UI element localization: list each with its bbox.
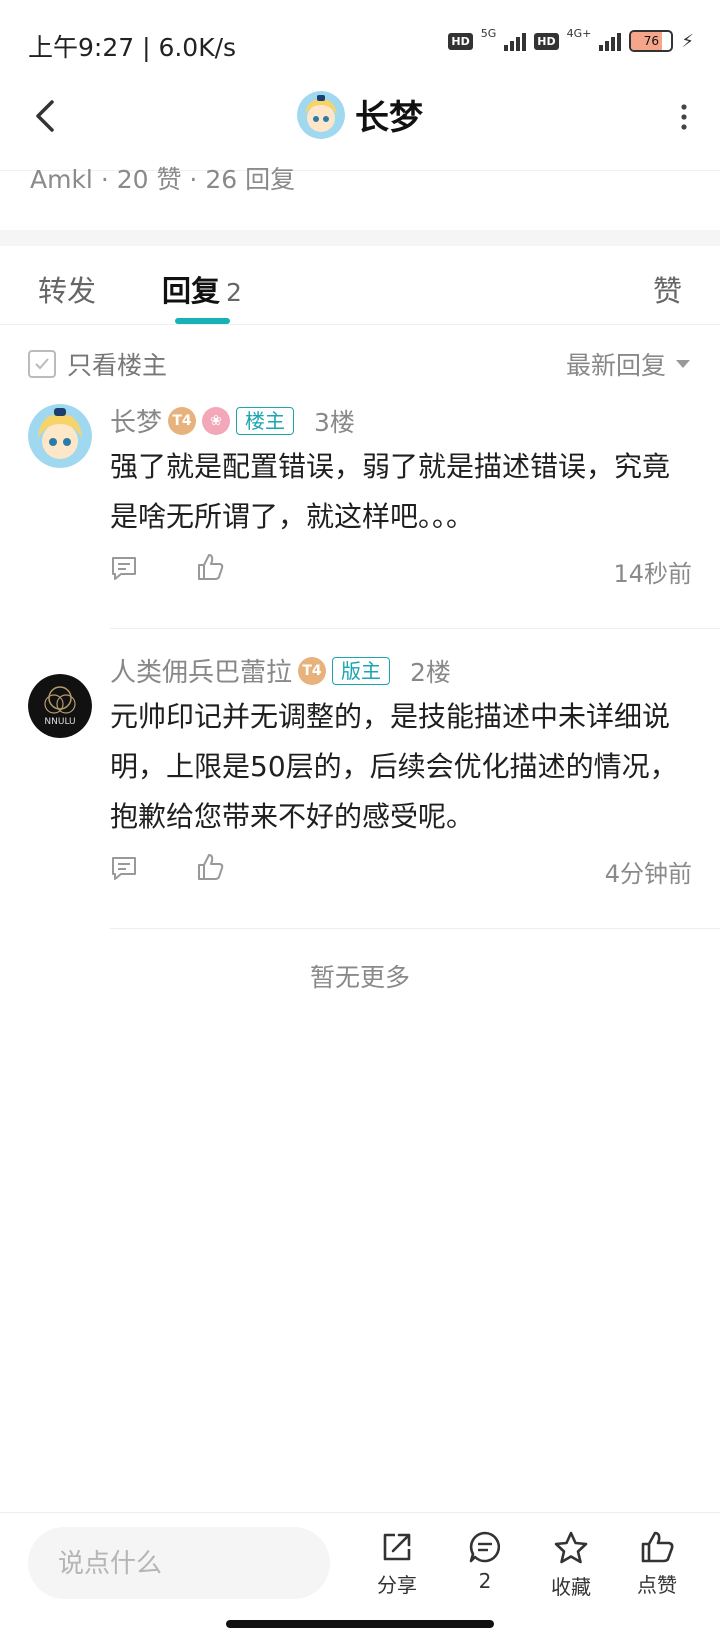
- caret-down-icon: [676, 360, 690, 368]
- active-tab-indicator: [175, 318, 230, 324]
- comment-divider: [110, 628, 720, 629]
- star-icon: [554, 1531, 588, 1564]
- network-4g-label: 4G+: [566, 26, 592, 40]
- section-divider: [0, 230, 720, 246]
- thumbs-up-icon[interactable]: [196, 852, 224, 882]
- title-avatar: [297, 90, 345, 139]
- page-title: 长梦: [355, 98, 423, 138]
- like-label: 点赞: [637, 1573, 677, 1597]
- tab-like[interactable]: 赞: [653, 268, 682, 310]
- charging-icon: ⚡: [681, 30, 694, 52]
- floor-number: 3楼: [314, 407, 355, 437]
- favorite-button[interactable]: 收藏: [536, 1529, 606, 1600]
- bottom-action-bar: 分享 2 收藏 点赞: [0, 1512, 720, 1613]
- comment-text: 元帅印记并无调整的，是技能描述中未详细说明，上限是50层的，后续会优化描述的情况…: [110, 700, 678, 833]
- sort-label: 最新回复: [565, 351, 666, 380]
- check-icon: [35, 358, 49, 370]
- comment-header: 人类佣兵巴蕾拉 T4 版主 2楼: [110, 652, 451, 689]
- share-button[interactable]: 分享: [362, 1529, 432, 1598]
- top-header: 长梦: [0, 70, 720, 171]
- comments-button[interactable]: 2: [450, 1529, 520, 1593]
- avatar[interactable]: [28, 404, 92, 468]
- tab-forward[interactable]: 转发: [38, 268, 96, 310]
- favorite-label: 收藏: [551, 1575, 591, 1599]
- signal-icon-2: [599, 31, 622, 51]
- filter-row: 只看楼主 最新回复: [0, 340, 720, 386]
- battery-level: 76: [643, 34, 659, 48]
- tab-reply-label: 回复: [162, 274, 221, 308]
- hd-icon: HD: [448, 32, 473, 50]
- tab-bar: 转发 回复 2 赞: [0, 248, 720, 325]
- avatar[interactable]: NNULU: [28, 674, 92, 738]
- comment-text: 强了就是配置错误，弱了就是描述错误，究竟是啥无所谓了，就这样吧。。。: [110, 450, 671, 533]
- comment-header: 长梦 T4 ❀ 楼主 3楼: [110, 402, 355, 439]
- like-button[interactable]: 点赞: [622, 1529, 692, 1598]
- comment-actions: 14秒前: [110, 550, 692, 590]
- status-icons: HD 5G HD 4G+ 76 ⚡: [448, 26, 694, 52]
- role-badge: 楼主: [236, 406, 295, 435]
- role-badge: 版主: [332, 656, 391, 685]
- home-indicator[interactable]: [226, 1620, 494, 1628]
- more-vertical-icon: [681, 104, 687, 130]
- header-title-group[interactable]: 长梦: [0, 90, 720, 139]
- comment-input-wrapper[interactable]: [28, 1527, 330, 1601]
- share-label: 分享: [377, 1573, 417, 1597]
- post-meta: Amkl · 20 赞 · 26 回复: [30, 165, 296, 194]
- tab-reply[interactable]: 回复 2: [162, 268, 242, 310]
- thumbs-up-icon[interactable]: [196, 552, 224, 582]
- level-badge: T4: [168, 406, 197, 435]
- comment-author[interactable]: 人类佣兵巴蕾拉: [110, 652, 292, 689]
- comment-author[interactable]: 长梦: [110, 402, 162, 439]
- svg-text:NNULU: NNULU: [44, 717, 75, 727]
- comment-divider: [110, 928, 720, 929]
- status-time: 上午9:27 | 6.0K/s: [28, 33, 237, 62]
- reply-icon[interactable]: [110, 854, 138, 882]
- comments-count: 2: [478, 1569, 492, 1593]
- floor-number: 2楼: [410, 657, 451, 687]
- comment-time: 4分钟前: [604, 860, 692, 888]
- medal-badge-icon: ❀: [202, 406, 231, 435]
- tab-reply-count: 2: [226, 278, 242, 307]
- share-icon: [383, 1533, 411, 1561]
- network-5g-label: 5G: [480, 26, 497, 40]
- signal-icon: [504, 31, 527, 51]
- more-menu-button[interactable]: [678, 102, 690, 132]
- battery-icon: 76: [629, 30, 674, 52]
- only-op-label[interactable]: 只看楼主: [67, 346, 167, 382]
- comment-actions: 4分钟前: [110, 850, 692, 890]
- no-more-label: 暂无更多: [309, 963, 410, 992]
- reply-icon[interactable]: [110, 554, 138, 582]
- thumbs-up-icon: [641, 1531, 674, 1563]
- level-badge: T4: [298, 656, 327, 685]
- sort-dropdown[interactable]: 最新回复: [566, 346, 690, 382]
- only-op-checkbox[interactable]: [28, 350, 56, 378]
- comment-input[interactable]: [56, 1527, 320, 1601]
- comment-bubble-icon: [469, 1531, 501, 1563]
- hd-icon-2: HD: [534, 32, 559, 50]
- comment-time: 14秒前: [613, 560, 692, 588]
